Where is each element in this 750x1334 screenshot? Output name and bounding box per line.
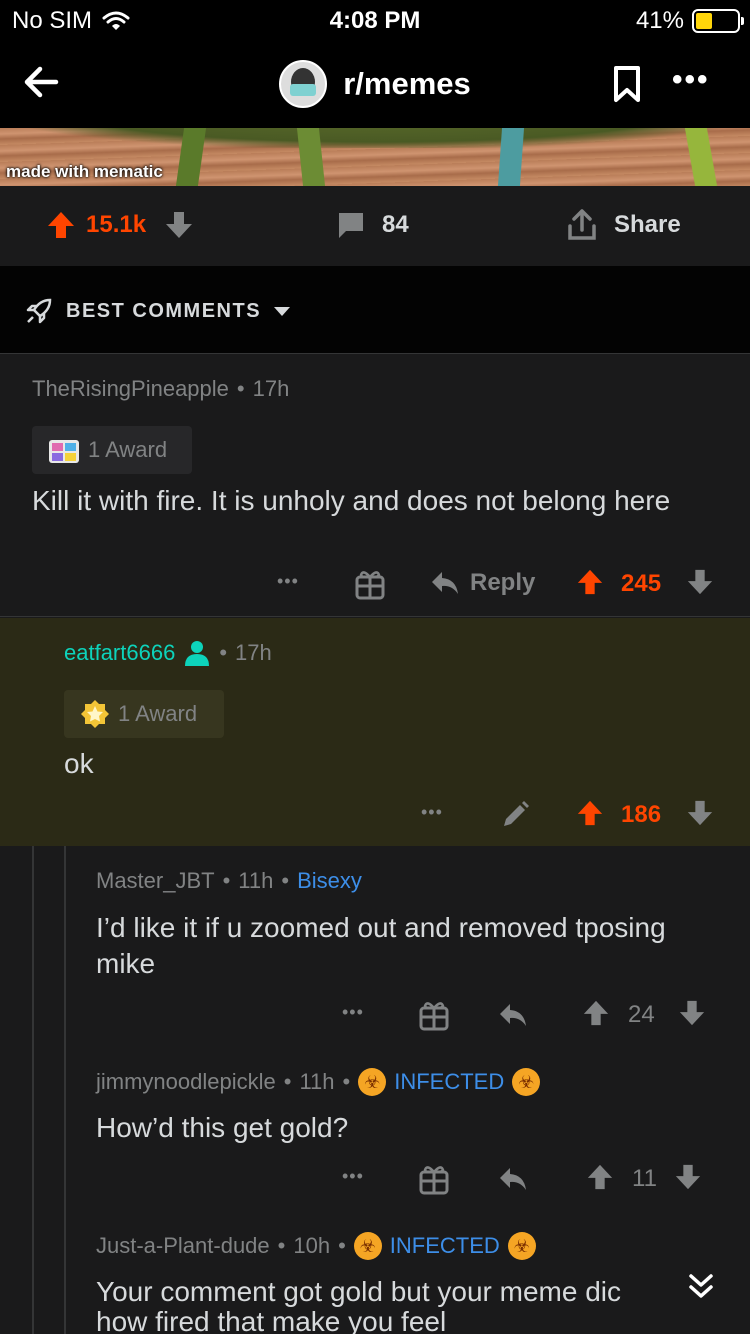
biohazard-icon: ☣ (358, 1068, 387, 1096)
user-flair: INFECTED (394, 1069, 505, 1094)
image-watermark: made with mematic (6, 162, 163, 181)
comment-score: 186 (621, 801, 662, 828)
comment-body: How’d this get gold? (96, 1112, 349, 1143)
share-icon (568, 209, 596, 240)
subreddit-avatar[interactable] (279, 60, 328, 108)
comment-actions: ••• 24 (0, 998, 750, 1034)
sort-selector[interactable]: BEST COMMENTS (24, 296, 291, 326)
battery-info: 41% (635, 7, 744, 35)
comment-body: ok (64, 748, 94, 779)
comment-meta: eatfart6666 • 17h (64, 640, 272, 666)
post-image[interactable]: made with mematic (0, 128, 750, 186)
comment-score: 11 (632, 1165, 657, 1192)
comment-score: 24 (628, 1001, 655, 1028)
nav-bar: r/memes ••• (0, 40, 750, 128)
rocket-icon (26, 298, 52, 324)
comment-2: eatfart6666 • 17h 1 Award ok ••• 186 (0, 618, 750, 846)
gift-award-icon[interactable] (418, 998, 450, 1032)
comment-author[interactable]: Just-a-Plant-dude (96, 1233, 270, 1259)
comment-age: 11h (238, 868, 274, 893)
comment-author[interactable]: TheRisingPineapple (32, 376, 229, 402)
comment-meta: Master_JBT • 11h • Bisexy (96, 868, 362, 894)
chevron-down-icon (274, 307, 291, 316)
comment-count: 84 (382, 211, 409, 238)
comment-author[interactable]: Master_JBT (96, 868, 215, 894)
chevron-double-down-icon[interactable] (686, 1272, 716, 1302)
comment-actions: ••• 186 (0, 798, 750, 834)
comments-button[interactable]: 84 (336, 210, 409, 240)
comment-age: 11h (299, 1069, 335, 1094)
reply-arrow-icon[interactable] (498, 1002, 528, 1028)
sort-label: BEST COMMENTS (66, 299, 262, 322)
comment-meta: TheRisingPineapple • 17h (32, 376, 290, 402)
comment-age: 17h (235, 640, 272, 665)
comment-bubble-icon (339, 213, 363, 238)
comment-score: 245 (621, 570, 662, 597)
comment-actions: ••• Reply 245 (0, 567, 750, 603)
comment-body: Kill it with fire. It is unholy and does… (32, 485, 671, 516)
comment-actions: ••• 11 (0, 1162, 750, 1198)
post-score: 15.1k (86, 211, 147, 238)
award-chip[interactable]: 1 Award (32, 426, 192, 474)
upvote-icon[interactable] (46, 210, 76, 240)
downvote-icon[interactable] (678, 998, 706, 1028)
battery-icon (692, 9, 744, 33)
downvote-icon[interactable] (686, 798, 714, 828)
more-options-icon[interactable]: ••• (342, 1002, 364, 1023)
comment-3: Master_JBT • 11h • Bisexy I’d like it if… (0, 846, 750, 1046)
award-chip[interactable]: 1 Award (64, 690, 224, 738)
battery-percent: 41% (635, 7, 684, 34)
comment-author[interactable]: jimmynoodlepickle (96, 1069, 276, 1095)
more-options-icon[interactable]: ••• (342, 1166, 364, 1187)
award-count: 1 Award (88, 437, 168, 462)
downvote-icon[interactable] (674, 1162, 702, 1192)
comment-body: I’d like it if u zoomed out and removed … (96, 912, 666, 979)
user-flair: INFECTED (389, 1233, 500, 1258)
post-vote: 15.1k (46, 210, 194, 240)
reply-button[interactable]: Reply (430, 569, 535, 597)
status-bar: No SIM 4:08 PM 41% (0, 0, 750, 40)
more-options-icon[interactable]: ••• (672, 65, 710, 95)
upvote-icon[interactable] (576, 798, 604, 828)
post-action-bar: 15.1k 84 Share (0, 186, 750, 266)
downvote-icon[interactable] (686, 567, 714, 597)
share-label: Share (614, 211, 681, 238)
gift-award-icon[interactable] (354, 567, 386, 601)
downvote-icon[interactable] (164, 210, 194, 240)
biohazard-icon: ☣ (353, 1232, 382, 1260)
comment-age: 10h (293, 1233, 331, 1258)
reply-arrow-icon[interactable] (498, 1166, 528, 1192)
subreddit-name[interactable]: r/memes (343, 66, 471, 102)
edit-pencil-icon[interactable] (500, 800, 530, 830)
comment-author[interactable]: eatfart6666 (64, 640, 175, 666)
comment-1: TheRisingPineapple • 17h 1 Award Kill it… (0, 355, 750, 617)
biohazard-icon: ☣ (507, 1232, 536, 1260)
reply-label: Reply (470, 569, 536, 596)
upvote-icon[interactable] (586, 1162, 614, 1192)
comment-body: Your comment got gold but your meme dic … (96, 1274, 696, 1334)
comment-5: Just-a-Plant-dude • 10h • ☣ INFECTED ☣ Y… (0, 1210, 750, 1334)
gift-award-icon[interactable] (418, 1162, 450, 1196)
comment-sort-bar[interactable]: BEST COMMENTS (0, 266, 750, 354)
more-options-icon[interactable]: ••• (277, 571, 299, 592)
comment-meta: jimmynoodlepickle • 11h • ☣ INFECTED ☣ (96, 1068, 541, 1096)
user-flair: Bisexy (297, 868, 362, 893)
reply-arrow-icon (432, 572, 458, 594)
user-icon (185, 641, 210, 666)
comment-4: jimmynoodlepickle • 11h • ☣ INFECTED ☣ H… (0, 1046, 750, 1210)
biohazard-icon: ☣ (512, 1068, 541, 1096)
more-options-icon[interactable]: ••• (421, 802, 443, 823)
comment-meta: Just-a-Plant-dude • 10h • ☣ INFECTED ☣ (96, 1232, 536, 1260)
share-button[interactable]: Share (566, 208, 681, 242)
bookmark-icon[interactable] (612, 64, 642, 104)
silver-award-icon (81, 700, 109, 728)
upvote-icon[interactable] (576, 567, 604, 597)
award-count: 1 Award (118, 701, 198, 726)
wholesome-award-icon (49, 440, 79, 463)
comment-age: 17h (252, 376, 290, 401)
upvote-icon[interactable] (582, 998, 610, 1028)
